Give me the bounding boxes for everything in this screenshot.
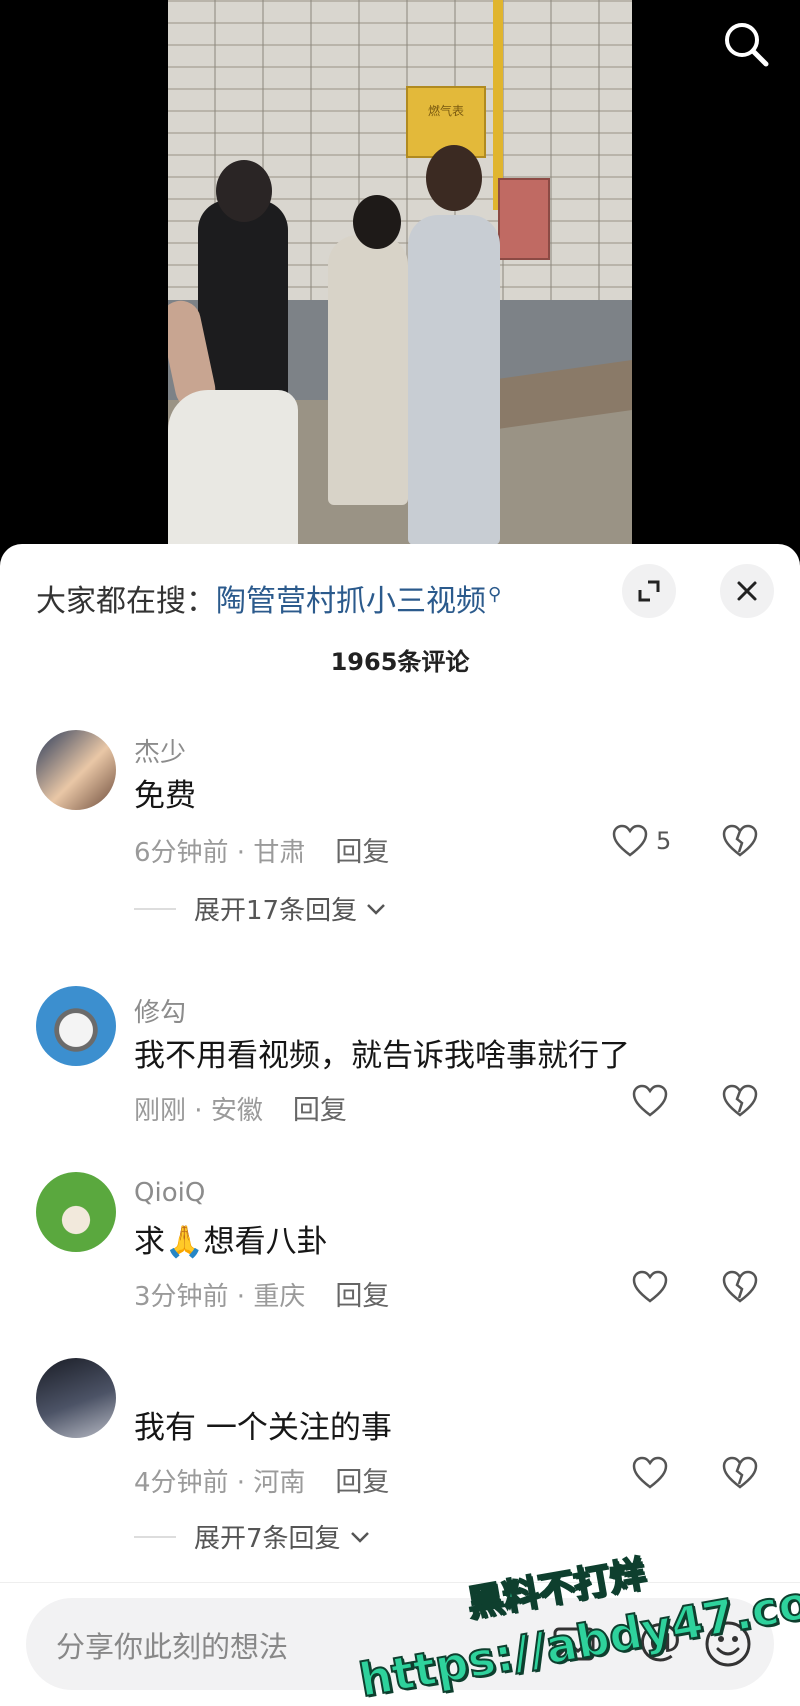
comment-meta: 4分钟前 · 河南 回复	[134, 1467, 390, 1498]
comment-panel: 大家都在搜：陶管营村抓小三视频 ⚲ 1965条评论 杰少 免费 6分钟前 · 甘肃…	[0, 544, 800, 1706]
reply-button[interactable]: 回复	[293, 1095, 347, 1126]
comment-location: 甘肃	[253, 838, 306, 868]
heart-icon	[612, 824, 648, 857]
broken-heart-icon	[722, 1084, 758, 1117]
comment-time: 6分钟前	[134, 838, 229, 868]
search-icon[interactable]	[718, 16, 774, 72]
like-button[interactable]	[632, 1270, 676, 1304]
input-divider	[0, 1582, 800, 1583]
avatar[interactable]	[36, 730, 116, 810]
comment-text: 我不用看视频，就告诉我啥事就行了	[134, 1038, 630, 1074]
red-meter-box	[498, 178, 550, 260]
comment-text: 免费	[134, 778, 196, 814]
hot-search-bar[interactable]: 大家都在搜：陶管营村抓小三视频 ⚲	[36, 576, 501, 620]
expand-replies-label: 展开7条回复	[194, 1524, 341, 1554]
comment-location: 重庆	[253, 1282, 306, 1312]
video-player[interactable]: 燃气表	[0, 0, 800, 560]
comment-text: 我有 一个关注的事	[134, 1410, 392, 1446]
close-icon	[737, 581, 757, 601]
dislike-button[interactable]	[722, 1084, 758, 1122]
comment-location: 安徽	[210, 1096, 263, 1126]
hot-search-prefix: 大家都在搜：	[36, 584, 216, 619]
search-small-icon: ⚲	[488, 584, 502, 605]
avatar[interactable]	[36, 986, 116, 1066]
heart-icon	[632, 1084, 668, 1117]
comment-username[interactable]: QioiQ	[134, 1178, 205, 1208]
screen: 燃气表 大家都在搜：陶管营村抓小三视频 ⚲ 1965条评论 杰少 免费 6分钟前…	[0, 0, 800, 1706]
dislike-button[interactable]	[722, 1456, 758, 1494]
like-button[interactable]	[632, 1084, 676, 1118]
dislike-button[interactable]	[722, 1270, 758, 1308]
broken-heart-icon	[722, 824, 758, 857]
expand-icon	[638, 580, 660, 602]
divider-line	[134, 1535, 176, 1538]
expand-replies-label: 展开17条回复	[194, 896, 358, 926]
broken-heart-icon	[722, 1456, 758, 1489]
hot-search-keyword[interactable]: 陶管营村抓小三视频	[216, 584, 486, 619]
person-black-head	[216, 160, 272, 222]
expand-panel-button[interactable]	[622, 564, 676, 618]
comment-username[interactable]: 杰少	[134, 732, 186, 769]
reply-button[interactable]: 回复	[335, 837, 389, 868]
like-button[interactable]: 5	[612, 824, 671, 858]
expand-replies[interactable]: 展开17条回复	[134, 890, 387, 927]
comment-text: 求🙏想看八卦	[134, 1216, 328, 1261]
divider-line	[134, 907, 176, 910]
expand-replies[interactable]: 展开7条回复	[134, 1518, 371, 1555]
reply-button[interactable]: 回复	[335, 1467, 389, 1498]
comment-count: 1965条评论	[330, 648, 470, 676]
video-frame[interactable]: 燃气表	[168, 0, 632, 545]
comment-meta: 6分钟前 · 甘肃 回复	[134, 837, 390, 868]
comment-text-before: 求	[134, 1224, 165, 1260]
gas-box-label: 燃气表	[427, 104, 464, 118]
heart-icon	[632, 1456, 668, 1489]
comment-time: 4分钟前	[134, 1468, 229, 1498]
reply-button[interactable]: 回复	[335, 1281, 389, 1312]
chevron-down-icon	[350, 1531, 369, 1543]
comment-meta: 3分钟前 · 重庆 回复	[134, 1281, 390, 1312]
broken-heart-icon	[722, 1270, 758, 1303]
comment-meta: 刚刚 · 安徽 回复	[134, 1095, 347, 1126]
person-filming	[168, 390, 298, 545]
close-panel-button[interactable]	[720, 564, 774, 618]
avatar[interactable]	[36, 1358, 116, 1438]
comment-text-after: 想看八卦	[203, 1224, 328, 1260]
dislike-button[interactable]	[722, 824, 758, 862]
heart-icon	[632, 1270, 668, 1303]
comment-input[interactable]: 分享你此刻的想法	[56, 1624, 288, 1666]
comment-time: 刚刚	[134, 1096, 187, 1126]
comment-username[interactable]: 修勾	[134, 992, 186, 1029]
comment-time: 3分钟前	[134, 1282, 229, 1312]
like-button[interactable]	[632, 1456, 676, 1490]
person-middle	[328, 235, 408, 505]
comment-location: 河南	[253, 1468, 306, 1498]
chevron-down-icon	[367, 903, 385, 915]
pray-emoji: 🙏	[165, 1224, 204, 1260]
person-light-head	[426, 145, 482, 211]
person-middle-head	[353, 195, 401, 249]
like-count: 5	[656, 827, 672, 855]
person-light-jacket	[408, 215, 500, 545]
avatar[interactable]	[36, 1172, 116, 1252]
